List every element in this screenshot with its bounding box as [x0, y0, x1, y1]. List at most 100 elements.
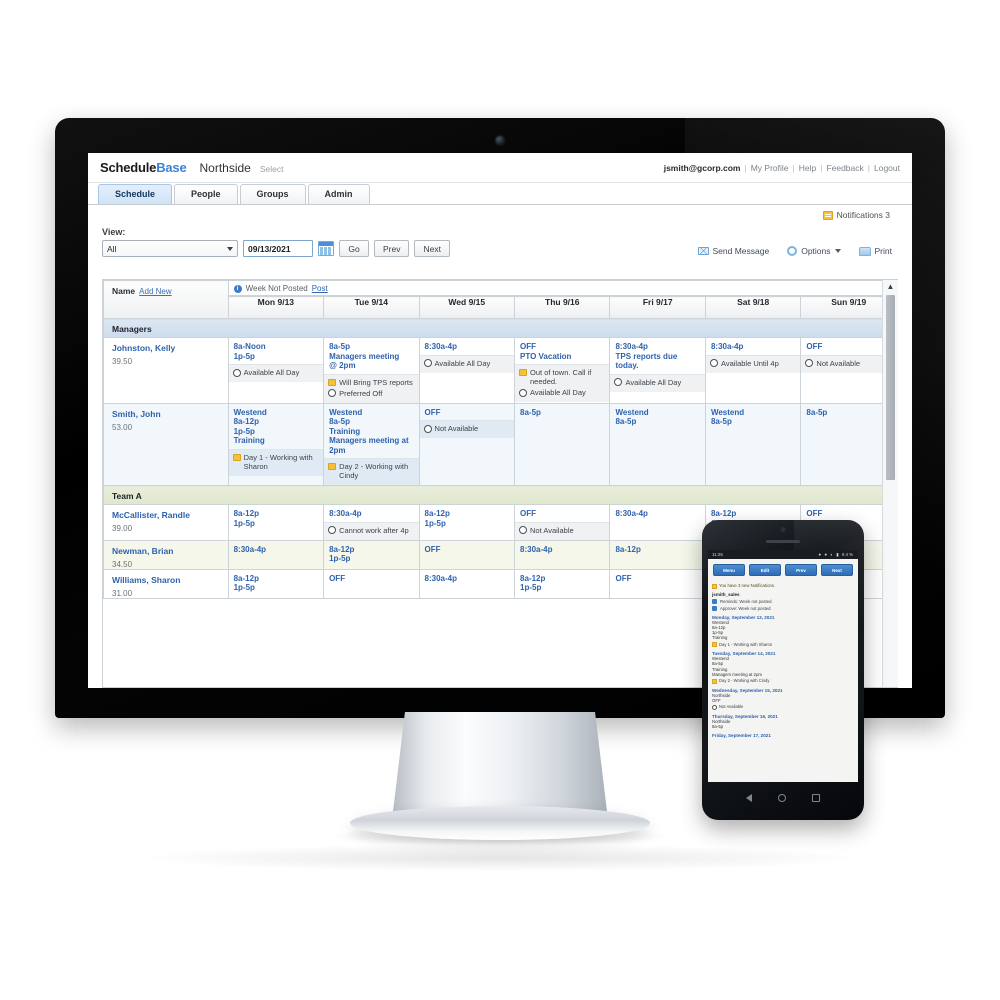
phone-check-item[interactable]: Approve: Week not posted: [712, 605, 854, 611]
recents-icon[interactable]: [812, 794, 820, 802]
employee-name[interactable]: Johnston, Kelly: [112, 343, 228, 354]
shift-block[interactable]: 8a-5p Managers meeting @ 2pm: [324, 338, 418, 374]
shift-block[interactable]: OFF PTO Vacation: [515, 338, 609, 364]
checkbox-icon[interactable]: [712, 598, 717, 604]
schedule-cell[interactable]: 8a-12p1p-5p: [323, 539, 420, 570]
employee-name-cell[interactable]: Johnston, Kelly 39.50: [103, 337, 229, 404]
shift-block[interactable]: 8a-12p1p-5p: [515, 570, 609, 596]
shift-block[interactable]: 8a-Noon 1p-5p: [229, 338, 323, 364]
schedule-cell[interactable]: OFF Not Available: [514, 504, 611, 541]
schedule-cell[interactable]: 8:30a-4p: [514, 539, 611, 570]
shift-block[interactable]: Westend 8a-5p Training Managers meeting at …: [324, 404, 418, 459]
schedule-cell[interactable]: Westend 8a-12p 1p-5p Training Day 1 - Workin…: [227, 402, 325, 486]
date-input[interactable]: 09/13/2021: [243, 240, 313, 257]
shift-block[interactable]: 8:30a-4p: [706, 338, 800, 355]
home-icon[interactable]: [778, 794, 786, 802]
post-link[interactable]: Post: [312, 284, 328, 293]
shift-block[interactable]: OFF: [420, 541, 514, 558]
shift-block[interactable]: Westend 8a-5p: [610, 404, 704, 430]
employee-name-cell[interactable]: Smith, John 53.00: [103, 402, 229, 486]
shift-block[interactable]: 8a-12p: [610, 541, 704, 558]
schedule-cell[interactable]: 8:30a-4p Available Until 4p: [704, 337, 802, 404]
site-select-link[interactable]: Select: [260, 164, 284, 174]
employee-name[interactable]: Newman, Brian: [112, 546, 228, 557]
feedback-link[interactable]: Feedback: [826, 163, 863, 173]
prev-button[interactable]: Prev: [374, 240, 410, 257]
schedule-cell[interactable]: OFF: [609, 568, 706, 599]
schedule-cell[interactable]: Westend 8a-5p: [704, 402, 802, 486]
employee-name[interactable]: Williams, Sharon: [112, 575, 228, 586]
shift-block[interactable]: OFF: [324, 570, 418, 587]
schedule-cell[interactable]: 8a-5p Managers meeting @ 2pm Will Bring TPS…: [323, 337, 420, 404]
add-new-link[interactable]: Add New: [139, 287, 171, 296]
employee-name-cell[interactable]: Williams, Sharon 31.00: [103, 568, 229, 599]
calendar-icon[interactable]: [318, 241, 334, 256]
shift-block[interactable]: 8a-12p1p-5p: [420, 505, 514, 531]
shift-block[interactable]: 8:30a-4p: [515, 541, 609, 558]
shift-block[interactable]: Westend 8a-5p: [706, 404, 800, 430]
schedule-cell[interactable]: 8a-12p1p-5p: [418, 504, 516, 541]
shift-block[interactable]: 8:30a-4p: [420, 570, 514, 587]
schedule-cell[interactable]: 8:30a-4p: [227, 539, 325, 570]
schedule-cell[interactable]: OFF: [418, 539, 516, 570]
checkbox-icon[interactable]: [712, 605, 717, 611]
shift-block[interactable]: OFF: [610, 570, 704, 587]
help-link[interactable]: Help: [799, 163, 816, 173]
schedule-cell[interactable]: 8a-Noon 1p-5p Available All Day: [227, 337, 325, 404]
view-select[interactable]: All: [102, 240, 238, 257]
schedule-cell[interactable]: OFF Not Available: [418, 402, 516, 486]
shift-block[interactable]: 8:30a-4p: [229, 541, 323, 558]
phone-check-item[interactable]: Reminds: Week not posted: [712, 598, 854, 604]
phone-menu-button[interactable]: Menu: [713, 564, 745, 576]
shift-block[interactable]: Westend 8a-12p 1p-5p Training: [229, 404, 323, 449]
schedule-cell[interactable]: 8a-12p1p-5p: [227, 504, 325, 541]
phone-prev-button[interactable]: Prev: [785, 564, 817, 576]
shift-block[interactable]: 8a-12p1p-5p: [229, 505, 323, 531]
schedule-cell[interactable]: 8a-12p: [609, 539, 706, 570]
app-logo[interactable]: ScheduleBase: [100, 160, 187, 175]
employee-name[interactable]: McCallister, Randle: [112, 510, 228, 521]
schedule-cell[interactable]: Westend 8a-5p Training Managers meeting at …: [323, 402, 420, 486]
schedule-cell[interactable]: 8:30a-4p: [418, 568, 516, 599]
employee-name[interactable]: Smith, John: [112, 409, 228, 420]
tab-groups[interactable]: Groups: [239, 184, 306, 204]
schedule-cell[interactable]: OFF: [323, 568, 420, 599]
schedule-cell[interactable]: 8a-12p1p-5p: [227, 568, 325, 599]
next-button[interactable]: Next: [414, 240, 450, 257]
print-button[interactable]: Print: [858, 246, 892, 256]
phone-alert[interactable]: You have 3 new Notifications.: [712, 583, 854, 589]
grid-scrollbar[interactable]: ▲: [882, 280, 898, 687]
my-profile-link[interactable]: My Profile: [751, 163, 789, 173]
shift-block[interactable]: 8:30a-4p: [420, 338, 514, 355]
logout-link[interactable]: Logout: [874, 163, 900, 173]
tab-admin[interactable]: Admin: [307, 184, 370, 204]
schedule-cell[interactable]: OFF PTO Vacation Out of town. Call if need…: [514, 337, 611, 404]
employee-name-cell[interactable]: McCallister, Randle 39.00: [103, 504, 229, 541]
schedule-cell[interactable]: 8a-12p1p-5p: [514, 568, 611, 599]
tab-people[interactable]: People: [174, 184, 238, 204]
shift-block[interactable]: 8a-12p1p-5p: [229, 570, 323, 596]
schedule-cell[interactable]: 8:30a-4p TPS reports due today. Available …: [609, 337, 706, 404]
shift-block[interactable]: 8:30a-4p TPS reports due today.: [610, 338, 704, 374]
schedule-cell[interactable]: 8:30a-4p Available All Day: [418, 337, 516, 404]
shift-block[interactable]: 8a-12p1p-5p: [324, 541, 418, 567]
shift-block[interactable]: OFF: [420, 404, 514, 421]
shift-block[interactable]: 8:30a-4p: [610, 505, 704, 522]
phone-next-button[interactable]: Next: [821, 564, 853, 576]
scrollbar-thumb[interactable]: [886, 295, 895, 480]
back-icon[interactable]: [746, 794, 752, 802]
tab-schedule[interactable]: Schedule: [98, 184, 173, 204]
shift-block[interactable]: 8:30a-4p: [324, 505, 418, 522]
notifications-link[interactable]: Notifications 3: [822, 210, 890, 220]
options-button[interactable]: Options: [787, 246, 841, 256]
send-message-button[interactable]: Send Message: [697, 246, 769, 256]
schedule-cell[interactable]: 8:30a-4p: [609, 504, 706, 541]
employee-name-cell[interactable]: Newman, Brian 34.50: [103, 539, 229, 570]
schedule-cell[interactable]: 8:30a-4p Cannot work after 4p: [323, 504, 420, 541]
schedule-cell[interactable]: Westend 8a-5p: [609, 402, 706, 486]
shift-block[interactable]: OFF: [515, 505, 609, 522]
shift-block[interactable]: 8a-5p: [515, 404, 609, 421]
schedule-cell[interactable]: 8a-5p: [514, 402, 611, 486]
go-button[interactable]: Go: [339, 240, 369, 257]
scroll-up-icon[interactable]: ▲: [883, 280, 898, 293]
